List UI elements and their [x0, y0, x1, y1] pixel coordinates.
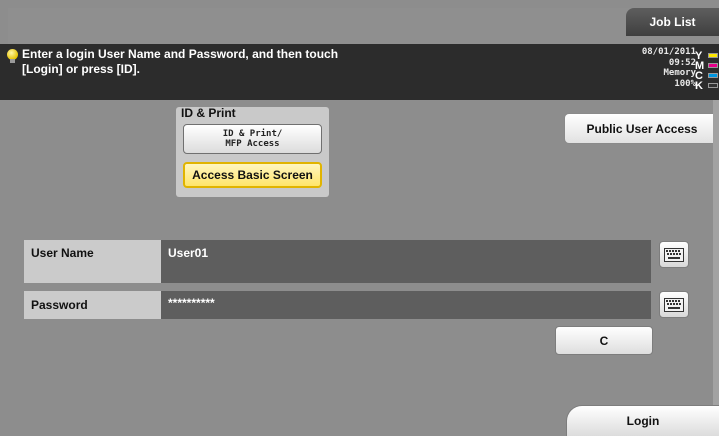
instruction-message: Enter a login User Name and Password, an… — [22, 47, 339, 76]
toner-bar-m — [708, 63, 718, 68]
memory-value: 100% — [674, 78, 696, 89]
memory-label: Memory — [663, 68, 696, 78]
toner-bar-y — [708, 53, 718, 58]
keyboard-icon — [664, 247, 684, 262]
keyboard-icon — [664, 297, 684, 312]
toner-letters: Y M C K — [695, 51, 705, 92]
toner-bar-k — [708, 83, 718, 88]
clear-button[interactable]: C — [555, 326, 653, 355]
status-time: 09:52 — [668, 57, 696, 68]
user-name-keyboard-button[interactable] — [659, 241, 689, 268]
password-keyboard-button[interactable] — [659, 291, 689, 318]
scroll-edge — [713, 100, 719, 405]
status-area: 08/01/2011 09:52 Memory 100% — [642, 47, 696, 89]
access-basic-screen-button[interactable]: Access Basic Screen — [183, 162, 322, 188]
toner-letter-k: K — [695, 80, 703, 92]
toner-bar-c — [708, 73, 718, 78]
id-print-mfp-access-button[interactable]: ID & Print/ MFP Access — [183, 124, 322, 154]
user-name-field[interactable]: User01 — [161, 240, 651, 283]
job-list-tab[interactable]: Job List — [626, 8, 719, 36]
user-name-label: User Name — [24, 240, 161, 283]
password-label: Password — [24, 291, 161, 319]
id-print-group-label: ID & Print — [181, 106, 236, 120]
login-button[interactable]: Login — [566, 405, 719, 436]
password-field[interactable]: ********** — [161, 291, 651, 319]
status-date: 08/01/2011 — [641, 47, 696, 57]
lightbulb-base — [10, 59, 15, 63]
top-strip — [8, 8, 719, 44]
toner-levels — [708, 53, 719, 93]
public-user-access-button[interactable]: Public User Access — [564, 113, 719, 144]
